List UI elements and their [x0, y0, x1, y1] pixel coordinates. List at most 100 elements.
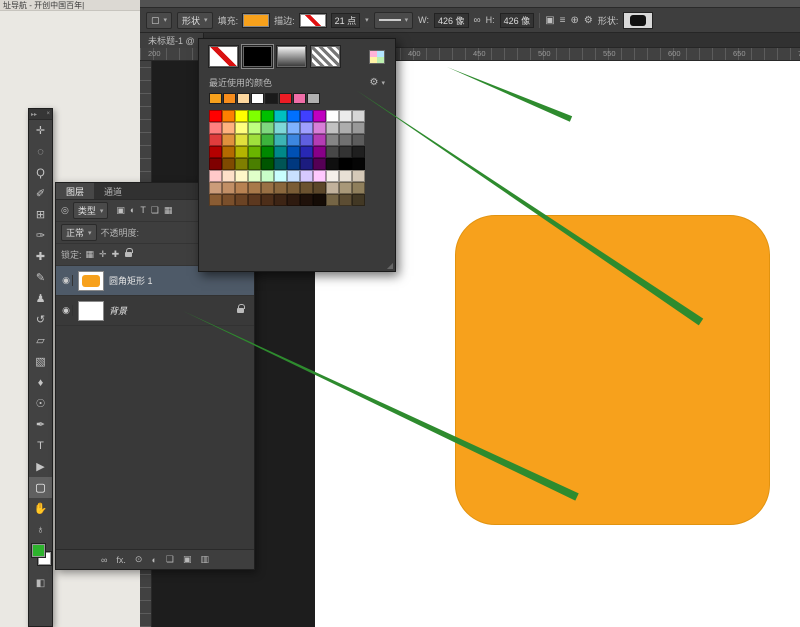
color-swatch[interactable] [287, 158, 300, 170]
color-swatch[interactable] [313, 134, 326, 146]
visibility-eye-icon[interactable]: ◉ [60, 305, 73, 316]
color-swatch[interactable] [248, 110, 261, 122]
color-swatch[interactable] [209, 146, 222, 158]
color-swatch[interactable] [287, 122, 300, 134]
pixel-filter-icon[interactable]: ▣ [116, 205, 125, 216]
color-swatch[interactable] [326, 110, 339, 122]
link-layers-icon[interactable]: ∞ [101, 555, 107, 565]
recent-color-swatch[interactable] [251, 93, 264, 104]
color-swatch[interactable] [222, 110, 235, 122]
lasso-tool[interactable]: Ϙ [29, 162, 52, 183]
color-swatch[interactable] [300, 110, 313, 122]
color-swatch[interactable] [326, 182, 339, 194]
close-icon[interactable]: × [46, 111, 50, 117]
color-swatch[interactable] [300, 122, 313, 134]
color-swatch[interactable] [274, 146, 287, 158]
color-swatch[interactable] [339, 194, 352, 206]
color-swatch[interactable] [209, 158, 222, 170]
recent-color-swatch[interactable] [237, 93, 250, 104]
visibility-eye-icon[interactable]: ◉ [60, 275, 73, 286]
color-swatch[interactable] [222, 122, 235, 134]
gear-icon[interactable]: ⚙ [370, 77, 379, 88]
lock-position-icon[interactable]: ✛ [99, 249, 107, 260]
color-swatch[interactable] [300, 158, 313, 170]
color-swatch[interactable] [235, 182, 248, 194]
resize-grip-icon[interactable]: ◢ [387, 261, 393, 270]
color-swatch[interactable] [339, 122, 352, 134]
path-arrangement-icon[interactable]: ⊕ [570, 15, 578, 26]
type-filter-icon[interactable]: T [140, 205, 146, 216]
color-swatch[interactable] [339, 170, 352, 182]
quick-mask-button[interactable]: ◧ [29, 574, 52, 592]
color-swatch[interactable] [313, 170, 326, 182]
color-swatch[interactable] [287, 182, 300, 194]
gradient-tool[interactable]: ▧ [29, 351, 52, 372]
color-swatch[interactable] [313, 194, 326, 206]
color-swatch[interactable] [339, 134, 352, 146]
color-swatch[interactable] [248, 158, 261, 170]
blur-tool[interactable]: ♦ [29, 372, 52, 393]
path-alignment-icon[interactable]: ≡ [560, 15, 566, 26]
color-swatch[interactable] [222, 194, 235, 206]
color-swatch[interactable] [261, 122, 274, 134]
color-swatch[interactable] [248, 182, 261, 194]
color-swatch[interactable] [222, 158, 235, 170]
color-swatch[interactable] [300, 134, 313, 146]
layer-name[interactable]: 背景 [109, 304, 127, 317]
color-swatch[interactable] [248, 170, 261, 182]
color-swatch[interactable] [300, 182, 313, 194]
tool-preset-button[interactable]: ▢ ▾ [146, 12, 172, 29]
color-swatch[interactable] [235, 158, 248, 170]
collapse-panel-icon[interactable]: ▸▸ [31, 111, 37, 118]
layer-row-background[interactable]: ◉ 背景 [56, 296, 254, 326]
layer-thumbnail[interactable] [78, 271, 104, 291]
width-input[interactable]: 426 像 [434, 13, 469, 28]
color-swatch[interactable] [313, 146, 326, 158]
color-swatch[interactable] [313, 110, 326, 122]
lock-all-icon[interactable] [125, 252, 132, 257]
tab-channels[interactable]: 通道 [94, 183, 132, 199]
path-operations-icon[interactable]: ▣ [545, 15, 554, 26]
color-swatch[interactable] [326, 134, 339, 146]
color-swatch[interactable] [313, 158, 326, 170]
tool-mode-select[interactable]: 形状 ▾ [177, 12, 213, 29]
height-input[interactable]: 426 像 [500, 13, 535, 28]
layer-style-icon[interactable]: fx. [116, 555, 126, 565]
brush-tool[interactable]: ✎ [29, 267, 52, 288]
recent-color-swatch[interactable] [293, 93, 306, 104]
color-swatch[interactable] [287, 170, 300, 182]
color-swatch[interactable] [326, 146, 339, 158]
color-swatch[interactable] [235, 134, 248, 146]
color-swatch[interactable] [274, 158, 287, 170]
zoom-tool[interactable]: ♁ [29, 519, 52, 540]
color-swatch[interactable] [274, 194, 287, 206]
color-swatch[interactable] [326, 194, 339, 206]
dodge-tool[interactable]: ☉ [29, 393, 52, 414]
fill-color-swatch[interactable] [243, 14, 269, 27]
filter-type-select[interactable]: 类型 ▾ [73, 202, 109, 219]
adjustment-filter-icon[interactable]: ◐ [130, 205, 135, 216]
pen-tool[interactable]: ✒ [29, 414, 52, 435]
document-tab[interactable]: 未标题-1 @ [140, 33, 204, 48]
color-swatch[interactable] [352, 146, 365, 158]
color-swatch[interactable] [261, 110, 274, 122]
color-swatch[interactable] [222, 182, 235, 194]
color-swatch[interactable] [261, 182, 274, 194]
custom-shape-preview[interactable] [623, 12, 653, 29]
color-swatch[interactable] [326, 170, 339, 182]
color-swatch[interactable] [339, 110, 352, 122]
type-tool[interactable]: T [29, 435, 52, 456]
color-swatch[interactable] [248, 146, 261, 158]
gear-icon[interactable]: ⚙ [584, 15, 593, 26]
color-swatch[interactable] [352, 134, 365, 146]
recent-color-swatch[interactable] [223, 93, 236, 104]
color-swatch[interactable] [209, 122, 222, 134]
history-brush-tool[interactable]: ↺ [29, 309, 52, 330]
lock-transparency-icon[interactable]: ▦ [86, 249, 95, 260]
color-swatch[interactable] [339, 146, 352, 158]
color-swatch[interactable] [326, 122, 339, 134]
crop-tool[interactable]: ⊞ [29, 204, 52, 225]
healing-brush-tool[interactable]: ✚ [29, 246, 52, 267]
adjustment-layer-icon[interactable]: ◐ [151, 555, 156, 565]
color-swatch[interactable] [352, 194, 365, 206]
